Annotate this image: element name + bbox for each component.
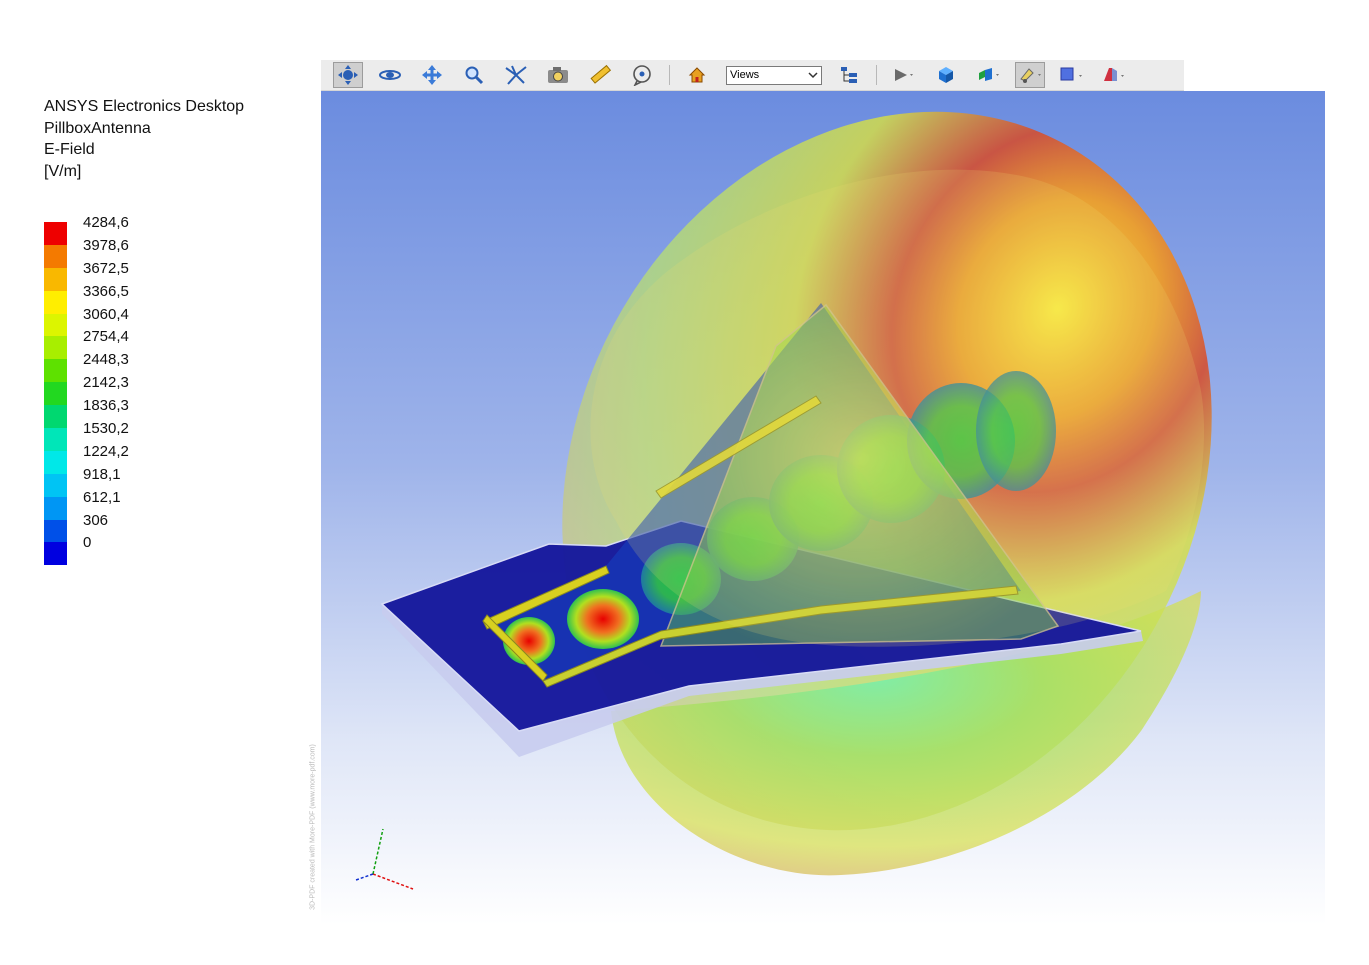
play-animation-button[interactable] xyxy=(889,62,919,88)
legend-value: 3366,5 xyxy=(83,282,129,300)
rotate-tool-button[interactable] xyxy=(333,62,363,88)
legend-value: 612,1 xyxy=(83,488,121,506)
spin-icon xyxy=(379,70,401,80)
section-button[interactable] xyxy=(1099,62,1129,88)
legend-value: 1530,2 xyxy=(83,420,129,438)
airplane-icon xyxy=(505,65,527,85)
legend-swatch xyxy=(44,450,67,474)
legend-swatch xyxy=(44,496,67,520)
unit-label: [V/m] xyxy=(44,162,82,180)
legend-value: 918,1 xyxy=(83,465,121,483)
z-axis xyxy=(355,873,374,881)
legend-value: 1836,3 xyxy=(83,397,129,415)
render-mode-button[interactable] xyxy=(931,62,961,88)
watermark: 3D-PDF created with More-PDF (www.more-p… xyxy=(306,730,320,925)
legend-swatch xyxy=(44,382,67,406)
watermark-text: 3D-PDF created with More-PDF (www.more-p… xyxy=(309,744,317,910)
legend-value: 0 xyxy=(83,534,92,552)
y-axis xyxy=(372,828,384,875)
legend-swatch xyxy=(44,222,67,245)
viewer-toolbar: Views xyxy=(321,60,1184,91)
ruler-icon xyxy=(590,64,611,84)
project-name: PillboxAntenna xyxy=(44,119,151,137)
legend-swatch xyxy=(44,244,67,268)
toolbar-separator xyxy=(669,65,670,85)
axis-triad xyxy=(355,828,414,890)
app-title: ANSYS Electronics Desktop xyxy=(44,98,245,115)
legend-swatch xyxy=(44,359,67,383)
fly-tool-button[interactable] xyxy=(501,62,531,88)
rotate-icon xyxy=(338,65,358,85)
model-tree-icon xyxy=(841,67,857,83)
color-square-icon xyxy=(1060,67,1082,81)
legend-value: 4284,6 xyxy=(83,214,129,231)
x-axis xyxy=(372,873,414,890)
legend-swatch xyxy=(44,313,67,337)
legend-color-bar xyxy=(44,222,67,566)
home-view-button[interactable] xyxy=(682,62,712,88)
legend-value: 2142,3 xyxy=(83,374,129,392)
home-icon xyxy=(688,67,706,83)
comment-icon xyxy=(633,65,651,86)
legend-swatch xyxy=(44,405,67,429)
pan-icon xyxy=(422,65,442,85)
legend-value-labels: 4284,6 3978,6 3672,5 3366,5 3060,4 2754,4 2448… xyxy=(83,212,129,555)
legend-value: 1224,2 xyxy=(83,442,129,460)
measure-button[interactable] xyxy=(585,62,615,88)
model-tree-button[interactable] xyxy=(834,62,864,88)
toolbar-separator xyxy=(876,65,877,85)
lighting-cubes-icon xyxy=(979,68,999,81)
legend-swatch xyxy=(44,290,67,314)
spin-tool-button[interactable] xyxy=(375,62,405,88)
camera-icon xyxy=(548,67,568,83)
legend-swatch xyxy=(44,267,67,291)
play-icon xyxy=(895,69,913,81)
comment-button[interactable] xyxy=(627,62,657,88)
legend-header: ANSYS Electronics Desktop PillboxAntenna… xyxy=(44,96,244,182)
paint-icon xyxy=(1020,68,1041,83)
snapshot-button[interactable] xyxy=(543,62,573,88)
cube-icon xyxy=(939,67,953,83)
legend-value: 306 xyxy=(83,511,109,529)
legend-swatch xyxy=(44,428,67,451)
quantity-name: E-Field xyxy=(44,141,95,158)
views-dropdown-label: Views xyxy=(730,69,760,81)
legend-swatch xyxy=(44,519,67,543)
background-button[interactable] xyxy=(1015,62,1045,88)
legend-value: 2754,4 xyxy=(83,328,129,346)
legend-swatch xyxy=(44,542,67,566)
legend-value: 2448,3 xyxy=(83,351,129,369)
3d-viewport[interactable] xyxy=(321,91,1325,925)
efield-scene xyxy=(355,111,1212,890)
lighting-button[interactable] xyxy=(973,62,1003,88)
section-cut-icon xyxy=(1104,68,1124,81)
legend-swatch xyxy=(44,336,67,360)
pan-tool-button[interactable] xyxy=(417,62,447,88)
color-button[interactable] xyxy=(1057,62,1087,88)
legend-value: 3672,5 xyxy=(83,259,129,277)
magnifier-icon xyxy=(465,66,484,85)
legend-swatch xyxy=(44,473,67,497)
zoom-tool-button[interactable] xyxy=(459,62,489,88)
legend-value: 3978,6 xyxy=(83,236,129,254)
chevron-down-icon xyxy=(808,72,818,79)
views-dropdown[interactable]: Views xyxy=(726,65,822,85)
legend-value: 3060,4 xyxy=(83,305,129,323)
